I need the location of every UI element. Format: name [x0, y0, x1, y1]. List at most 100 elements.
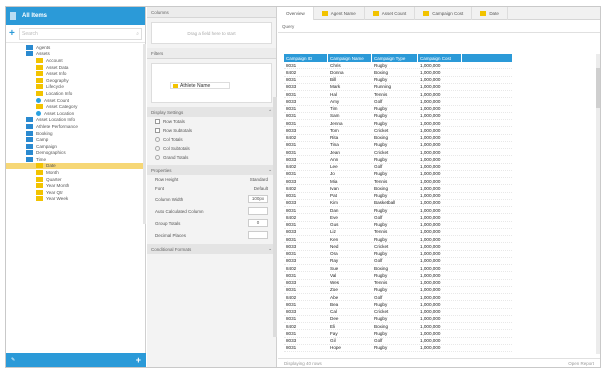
- filter-pill-label: Athlete Name: [180, 82, 211, 89]
- search-input[interactable]: Search ⌕: [19, 27, 142, 40]
- table-cell: Rugby: [374, 236, 388, 242]
- tree-item[interactable]: Geography: [6, 77, 146, 84]
- table-cell: 1,000,000: [420, 243, 441, 249]
- tree-item-label: Demographics: [36, 150, 66, 156]
- property-field-input[interactable]: [248, 207, 268, 215]
- tab-2[interactable]: Asset Count: [365, 7, 416, 20]
- tree-item[interactable]: Demographics: [6, 150, 146, 157]
- property-value[interactable]: Standard: [250, 177, 268, 182]
- checkbox[interactable]: [155, 119, 160, 124]
- display-option[interactable]: Row Totals: [147, 117, 276, 126]
- tree-item[interactable]: Athlete Performance: [6, 123, 146, 130]
- table-cell: Golf: [374, 164, 383, 170]
- tree-item[interactable]: Camp: [6, 136, 146, 143]
- tree-item[interactable]: Campaign: [6, 143, 146, 150]
- tree-item[interactable]: Year Week: [6, 196, 146, 203]
- folder-icon: [26, 130, 33, 136]
- table-cell: Hal: [330, 91, 337, 97]
- table-cell: Rugby: [374, 301, 388, 307]
- filters-header: Filters: [147, 48, 276, 59]
- display-options: Row Totals Row Subtotals Col Totals Col Sub…: [147, 117, 276, 162]
- tree-item[interactable]: Booking: [6, 130, 146, 137]
- table-cell: Lee: [330, 164, 338, 170]
- radio-button[interactable]: [155, 146, 160, 151]
- scrollbar-thumb[interactable]: [596, 68, 600, 108]
- tree-item[interactable]: Asset Location Info: [6, 117, 146, 124]
- property-field-input[interactable]: 100px: [248, 195, 268, 203]
- tree-item[interactable]: Asset Info: [6, 70, 146, 77]
- table-cell: 1,000,000: [420, 185, 441, 191]
- add-button[interactable]: +: [136, 355, 141, 365]
- columns-drop-zone[interactable]: Drag a field here to start: [151, 22, 272, 44]
- tree-item[interactable]: Lifecycle: [6, 84, 146, 91]
- tree-scrollbar[interactable]: [143, 44, 146, 224]
- tree-item-label: Time: [36, 156, 47, 162]
- tree-item[interactable]: Assets: [6, 51, 146, 58]
- panel-scrollbar[interactable]: [273, 97, 277, 337]
- tree-item[interactable]: Asset Category: [6, 103, 146, 110]
- tree-item-label: Account: [46, 57, 63, 63]
- table-cell: Amy: [330, 98, 340, 104]
- property-field-input[interactable]: [248, 231, 268, 239]
- conditional-formats-header[interactable]: Conditional Formats ⌄: [147, 244, 276, 254]
- table-cell: Cricket: [374, 309, 389, 315]
- table-cell: 1,000,000: [420, 229, 441, 235]
- table-cell: 8402: [286, 214, 297, 220]
- table-body: 8031 Chris Rugby 1,000,000 8402 Donna Boxing 1,…: [284, 62, 512, 352]
- display-option[interactable]: Col Subtotals: [147, 144, 276, 153]
- display-settings-title: Display Settings: [151, 109, 184, 115]
- display-option[interactable]: Col Totals: [147, 135, 276, 144]
- properties-header[interactable]: Properties ⌄: [147, 165, 276, 175]
- pencil-icon[interactable]: ✎: [11, 357, 15, 363]
- table-row: 8033 Wes Tennis 1,000,000: [284, 280, 512, 287]
- table-cell: 8033: [286, 280, 297, 286]
- tab-1[interactable]: Agent Name: [314, 7, 365, 20]
- column-header[interactable]: Campaign Cost: [418, 54, 462, 62]
- tree-item[interactable]: Month: [6, 169, 146, 176]
- table-cell: 1,000,000: [420, 84, 441, 90]
- tab-4[interactable]: Date: [472, 7, 508, 20]
- tab-3[interactable]: Campaign Cost: [415, 7, 473, 20]
- table-cell: 1,000,000: [420, 207, 441, 213]
- table-cell: 1,000,000: [420, 135, 441, 141]
- table-scrollbar[interactable]: [596, 54, 600, 354]
- tree-item-label: Asset Location Info: [36, 117, 76, 123]
- tree-item[interactable]: Location Info: [6, 90, 146, 97]
- tree-item[interactable]: Year Qtr: [6, 189, 146, 196]
- tree-item[interactable]: Quarter: [6, 176, 146, 183]
- table-row: 8033 Tom Cricket 1,000,000: [284, 127, 512, 135]
- table-cell: Rugby: [374, 207, 388, 213]
- tree-item[interactable]: Date: [6, 162, 146, 170]
- radio-button[interactable]: [155, 137, 160, 142]
- properties-fields: Column Width 100px Auto Calculated Column G…: [147, 193, 276, 241]
- tree-item[interactable]: Agents: [6, 44, 146, 51]
- display-option[interactable]: Row Subtotals: [147, 126, 276, 135]
- tree-item[interactable]: Asset Data: [6, 64, 146, 71]
- filter-pill[interactable]: Athlete Name: [170, 82, 230, 89]
- property-field-label: Auto Calculated Column: [155, 208, 204, 214]
- radio-button[interactable]: [155, 155, 160, 160]
- tree-item[interactable]: Account: [6, 57, 146, 64]
- open-report-link[interactable]: Open Report: [568, 361, 594, 366]
- tab-0[interactable]: Overview: [278, 7, 314, 20]
- display-settings-header[interactable]: Display Settings ⌃: [147, 107, 276, 117]
- tree-item[interactable]: Asset Count: [6, 97, 146, 104]
- column-header[interactable]: Campaign ID: [284, 54, 328, 62]
- filters-drop-zone[interactable]: Athlete Name: [151, 63, 272, 103]
- column-header[interactable]: Campaign Name: [328, 54, 372, 62]
- table-cell: 1,000,000: [420, 287, 441, 293]
- property-value[interactable]: Default: [254, 186, 268, 191]
- tree-item[interactable]: Year Month: [6, 182, 146, 189]
- display-option[interactable]: Grand Totals: [147, 153, 276, 162]
- table-cell: 1,000,000: [420, 316, 441, 322]
- folder-icon: [26, 143, 33, 149]
- folder-icon: [36, 163, 43, 169]
- table-cell: Eve: [330, 214, 338, 220]
- checkbox[interactable]: [155, 128, 160, 133]
- column-header[interactable]: Campaign Type: [372, 54, 418, 62]
- property-field-input[interactable]: 0: [248, 219, 268, 227]
- tree-item[interactable]: Asset Location: [6, 110, 146, 117]
- add-icon[interactable]: +: [9, 28, 16, 39]
- tree-item[interactable]: Time: [6, 156, 146, 163]
- table-cell: 8031: [286, 287, 297, 293]
